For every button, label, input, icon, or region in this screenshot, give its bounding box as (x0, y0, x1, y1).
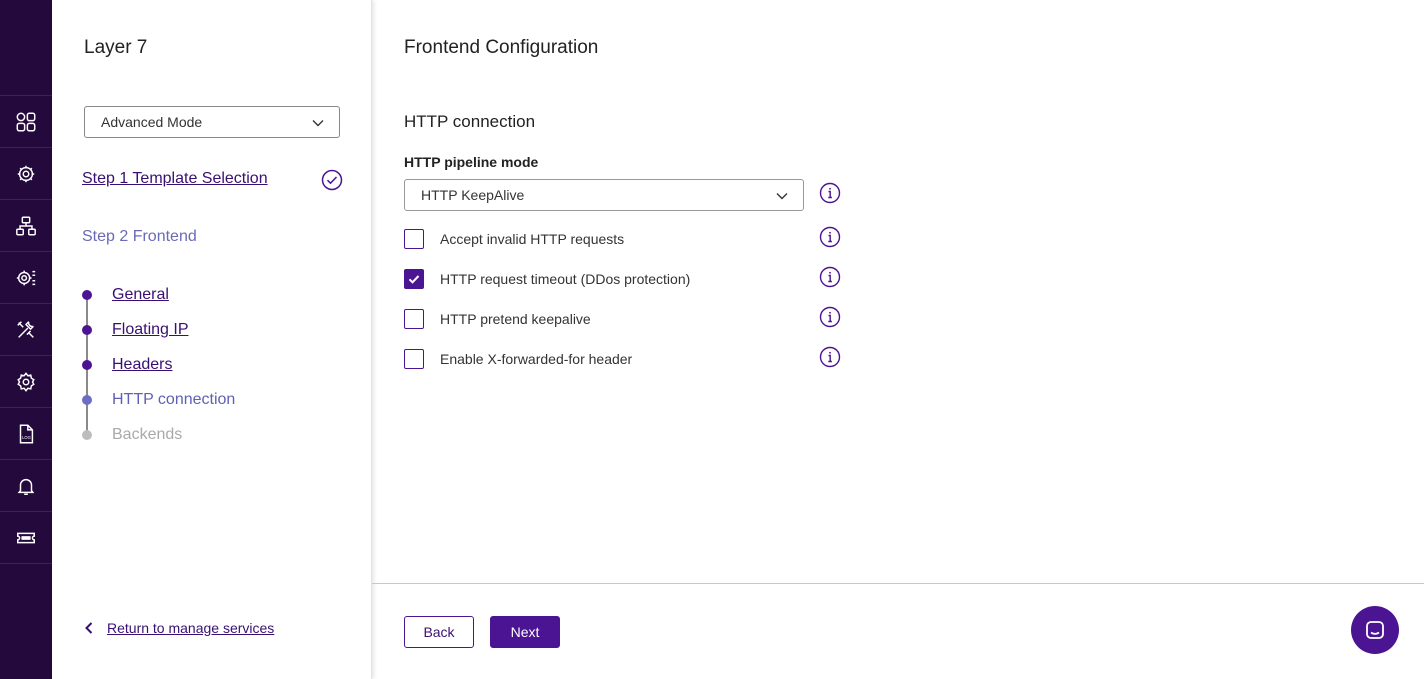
info-icon[interactable] (819, 346, 841, 368)
page-title: Frontend Configuration (404, 37, 599, 58)
chat-icon (1366, 621, 1384, 639)
chevron-left-icon (85, 622, 93, 634)
chat-launcher-button[interactable] (1351, 606, 1399, 654)
option-label: HTTP pretend keepalive (440, 311, 591, 327)
substep-dot (82, 395, 92, 405)
chevron-down-icon (312, 120, 324, 127)
info-icon[interactable] (819, 306, 841, 328)
option-request-timeout: HTTP request timeout (DDos protection) (404, 269, 690, 289)
substep-floating-ip[interactable]: Floating IP (112, 321, 188, 339)
tools-icon (17, 320, 34, 338)
rail-item-system[interactable] (0, 251, 52, 303)
chevron-down-icon (776, 193, 788, 200)
option-label: Accept invalid HTTP requests (440, 231, 625, 247)
rail-item-tools[interactable] (0, 303, 52, 355)
substep-http-connection: HTTP connection (112, 391, 236, 408)
return-to-services-link[interactable]: Return to manage services (82, 620, 274, 636)
rail-item-network[interactable] (0, 199, 52, 251)
log-file-icon: LOG (19, 424, 34, 443)
checkbox[interactable] (404, 349, 424, 369)
mode-select-value: Advanced Mode (101, 114, 203, 130)
option-label: Enable X-forwarded-for header (440, 351, 633, 367)
pipeline-mode-value: HTTP KeepAlive (421, 187, 525, 203)
rail-item-notifications[interactable] (0, 459, 52, 511)
mode-select[interactable]: Advanced Mode (84, 106, 340, 138)
step-2-label: Step 2 Frontend (82, 228, 197, 245)
rail-item-services[interactable] (0, 147, 52, 199)
info-icon[interactable] (819, 226, 841, 248)
services-icon (17, 165, 35, 182)
dashboard-grid-icon (16, 112, 36, 131)
info-icon[interactable] (819, 182, 841, 204)
wizard-steps-panel: Layer 7 Advanced Mode Step 1 Template Se… (52, 0, 372, 679)
option-label: HTTP request timeout (DDos protection) (440, 271, 691, 287)
rail-item-dashboard[interactable] (0, 95, 52, 147)
substep-dot (82, 430, 92, 440)
checkbox-checked[interactable] (404, 269, 424, 289)
back-button[interactable]: Back (404, 616, 474, 648)
notifications-bell-icon (17, 478, 35, 495)
ticket-icon (17, 532, 35, 543)
substep-headers[interactable]: Headers (112, 356, 172, 374)
substep-backends: Backends (112, 426, 183, 443)
substep-dot (82, 290, 92, 300)
settings-gear-icon (17, 371, 35, 392)
system-settings-icon (16, 270, 36, 285)
pipeline-mode-select[interactable]: HTTP KeepAlive (404, 179, 804, 211)
check-circle-icon (321, 169, 343, 191)
checkbox[interactable] (404, 309, 424, 329)
rail-item-settings[interactable] (0, 355, 52, 407)
pipeline-mode-label: HTTP pipeline mode (404, 154, 539, 170)
rail-item-logs[interactable]: LOG (0, 407, 52, 459)
info-icon[interactable] (819, 266, 841, 288)
substep-dot (82, 325, 92, 335)
rail-divider (0, 563, 52, 564)
next-button[interactable]: Next (490, 616, 560, 648)
network-icon (16, 216, 36, 235)
option-accept-invalid: Accept invalid HTTP requests (404, 229, 624, 249)
substep-general[interactable]: General (112, 286, 169, 304)
option-x-forwarded-for: Enable X-forwarded-for header (404, 349, 632, 369)
option-pretend-keepalive: HTTP pretend keepalive (404, 309, 591, 329)
rail-item-tickets[interactable] (0, 511, 52, 563)
return-link-label: Return to manage services (107, 620, 275, 636)
step-1-link[interactable]: Step 1 Template Selection (82, 170, 268, 188)
icon-sidebar: LOG (0, 0, 52, 679)
footer-divider (372, 583, 1424, 584)
checkbox[interactable] (404, 229, 424, 249)
substep-dot (82, 360, 92, 370)
panel-title: Layer 7 (84, 37, 148, 58)
svg-text:LOG: LOG (22, 435, 31, 440)
section-title: HTTP connection (404, 112, 536, 131)
checkmark-icon (408, 275, 420, 284)
